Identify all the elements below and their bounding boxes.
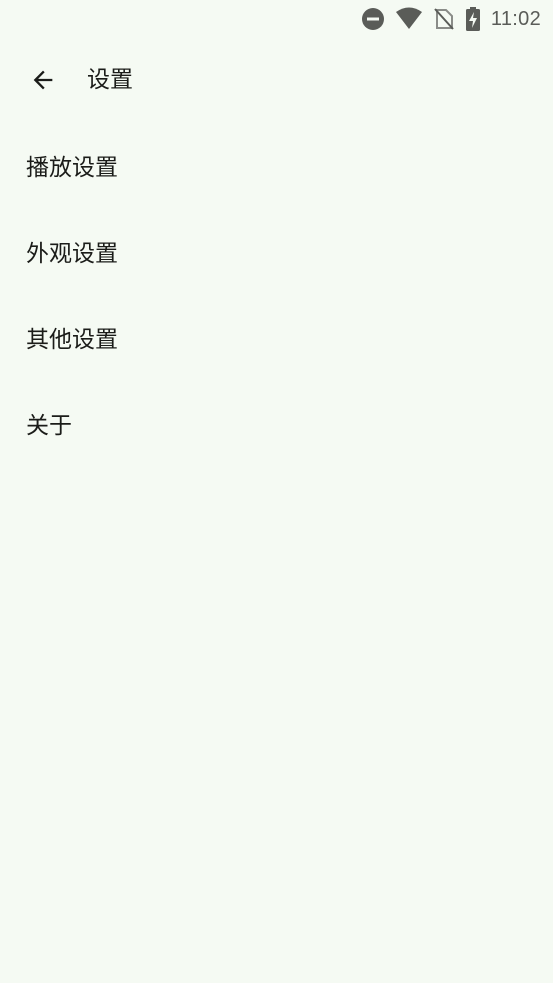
settings-list: 播放设置 外观设置 其他设置 关于 bbox=[0, 125, 553, 469]
arrow-back-icon bbox=[33, 70, 53, 90]
do-not-disturb-icon bbox=[361, 7, 385, 31]
settings-item-label: 其他设置 bbox=[26, 327, 118, 353]
status-bar: 11:02 bbox=[0, 0, 553, 38]
battery-charging-icon bbox=[465, 7, 481, 31]
back-button[interactable] bbox=[20, 57, 66, 103]
settings-item-about[interactable]: 关于 bbox=[0, 383, 553, 469]
settings-item-label: 外观设置 bbox=[26, 241, 118, 267]
settings-item-other[interactable]: 其他设置 bbox=[0, 297, 553, 383]
top-app-bar: 设置 bbox=[0, 52, 553, 110]
settings-item-label: 关于 bbox=[26, 413, 72, 439]
settings-item-label: 播放设置 bbox=[26, 155, 118, 181]
page-title: 设置 bbox=[87, 67, 133, 93]
wifi-icon bbox=[395, 7, 423, 31]
status-time: 11:02 bbox=[490, 7, 541, 30]
settings-item-appearance[interactable]: 外观设置 bbox=[0, 211, 553, 297]
status-icons: 11:02 bbox=[361, 6, 541, 32]
settings-item-playback[interactable]: 播放设置 bbox=[0, 125, 553, 211]
no-sim-icon bbox=[433, 7, 455, 31]
